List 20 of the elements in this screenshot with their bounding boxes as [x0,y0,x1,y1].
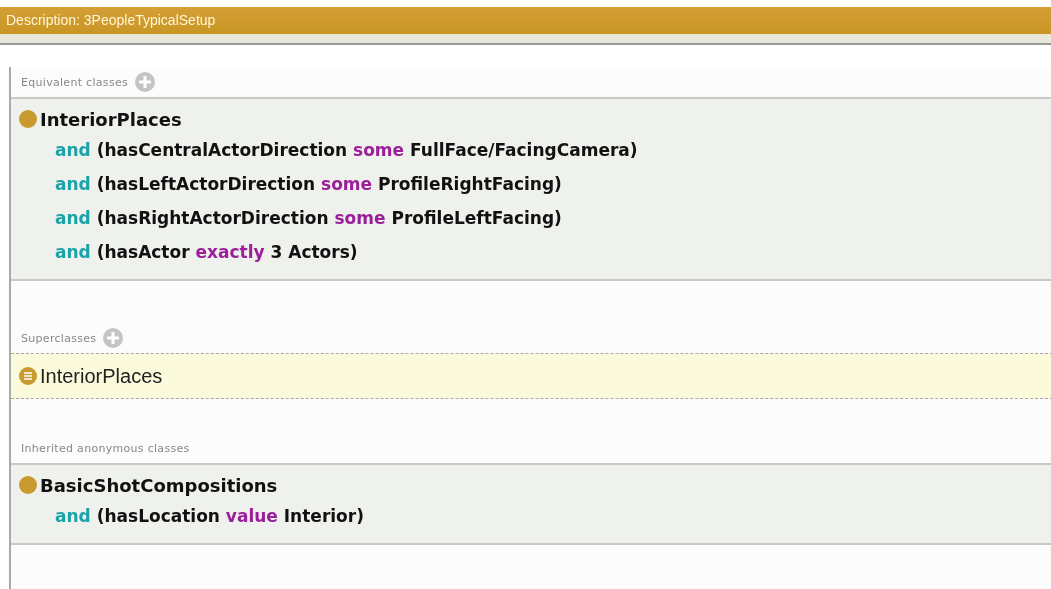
expression-line: and (hasCentralActorDirection some FullFace/FacingCamera) [54,139,639,162]
class-name: InteriorPlaces [40,364,163,388]
add-icon[interactable] [134,71,157,93]
class-expression-box[interactable] [11,97,1051,281]
section-heading: Inherited anonymous classes [21,441,190,455]
expression-line: and (hasLeftActorDirection some ProfileRightFacing) [54,173,563,196]
expression-line: and (hasRightActorDirection some ProfileLeftFacing) [54,207,563,230]
window-title: Description: 3PeopleTypicalSetup [0,7,1051,34]
class-icon [18,109,38,129]
expression-line: and (hasLocation value Interior) [54,505,365,528]
add-icon[interactable] [102,327,125,349]
section-heading: Superclasses [21,331,97,345]
class-expression-box[interactable]: BasicShotCompositions and (hasLocation value Interior) [11,463,1051,545]
expression-line: and (hasActor exactly 3 Actors) [54,241,359,264]
superclass-row[interactable]: InteriorPlaces [11,353,1051,399]
section-heading: Equivalent classes [21,75,129,89]
class-name: BasicShotCompositions [40,474,278,496]
class-icon [18,366,38,386]
class-icon [18,475,38,495]
class-name: InteriorPlaces [40,108,182,130]
